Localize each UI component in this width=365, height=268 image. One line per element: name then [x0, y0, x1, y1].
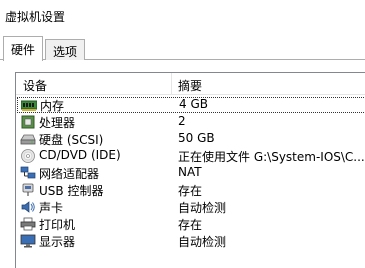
device-label: 内存	[40, 99, 65, 113]
device-row-network-adapter[interactable]: 网络适配器 NAT	[17, 165, 365, 181]
device-label: 网络适配器	[39, 167, 100, 181]
display-icon	[20, 234, 36, 248]
device-summary: 自动检测	[178, 201, 227, 215]
device-label: CD/DVD (IDE)	[39, 148, 121, 162]
device-row-processor[interactable]: 处理器 2	[17, 114, 365, 130]
device-row-sound-card[interactable]: 声卡 自动检测	[17, 199, 365, 215]
device-label: 硬盘 (SCSI)	[39, 133, 104, 147]
device-label: USB 控制器	[39, 184, 104, 198]
tab-bar: 硬件 选项	[0, 36, 365, 61]
device-summary: 50 GB	[178, 131, 215, 145]
network-adapter-icon	[20, 166, 36, 179]
device-summary: NAT	[178, 165, 202, 179]
tab-options[interactable]: 选项	[45, 39, 86, 60]
sound-card-icon	[21, 201, 35, 213]
device-row-cd-dvd[interactable]: CD/DVD (IDE) 正在使用文件 G:\System-IOS\C...	[17, 148, 365, 164]
column-header-device[interactable]: 设备	[23, 77, 47, 94]
device-label: 显示器	[39, 235, 76, 249]
device-summary: 自动检测	[178, 235, 227, 249]
device-row-memory[interactable]: 内存 4 GB	[17, 97, 365, 113]
usb-icon	[22, 183, 34, 196]
harddisk-icon	[20, 134, 36, 145]
device-row-display[interactable]: 显示器 自动检测	[17, 233, 365, 249]
device-summary: 2	[178, 114, 186, 128]
printer-icon	[20, 217, 36, 231]
device-label: 声卡	[39, 201, 64, 215]
memory-icon	[21, 100, 37, 111]
device-row-harddisk[interactable]: 硬盘 (SCSI) 50 GB	[17, 131, 365, 147]
device-list[interactable]: 设备 摘要 内存 4 GB 处理器 2 硬盘 (SCSI) 50 GB CD/D…	[15, 72, 365, 268]
tab-hardware[interactable]: 硬件	[3, 36, 44, 61]
device-summary: 存在	[178, 184, 203, 198]
device-row-printer[interactable]: 打印机 存在	[17, 216, 365, 232]
device-label: 打印机	[39, 218, 76, 232]
cd-dvd-icon	[21, 149, 35, 163]
column-header-summary[interactable]: 摘要	[178, 77, 202, 94]
window-title: 虚拟机设置	[5, 10, 66, 24]
device-summary: 正在使用文件 G:\System-IOS\C...	[178, 150, 365, 164]
column-separator[interactable]	[171, 73, 172, 94]
device-label: 处理器	[39, 116, 76, 130]
device-summary: 存在	[178, 218, 203, 232]
device-row-usb-controller[interactable]: USB 控制器 存在	[17, 182, 365, 198]
list-header: 设备 摘要	[16, 73, 365, 95]
processor-icon	[21, 115, 35, 129]
device-summary: 4 GB	[179, 97, 208, 111]
